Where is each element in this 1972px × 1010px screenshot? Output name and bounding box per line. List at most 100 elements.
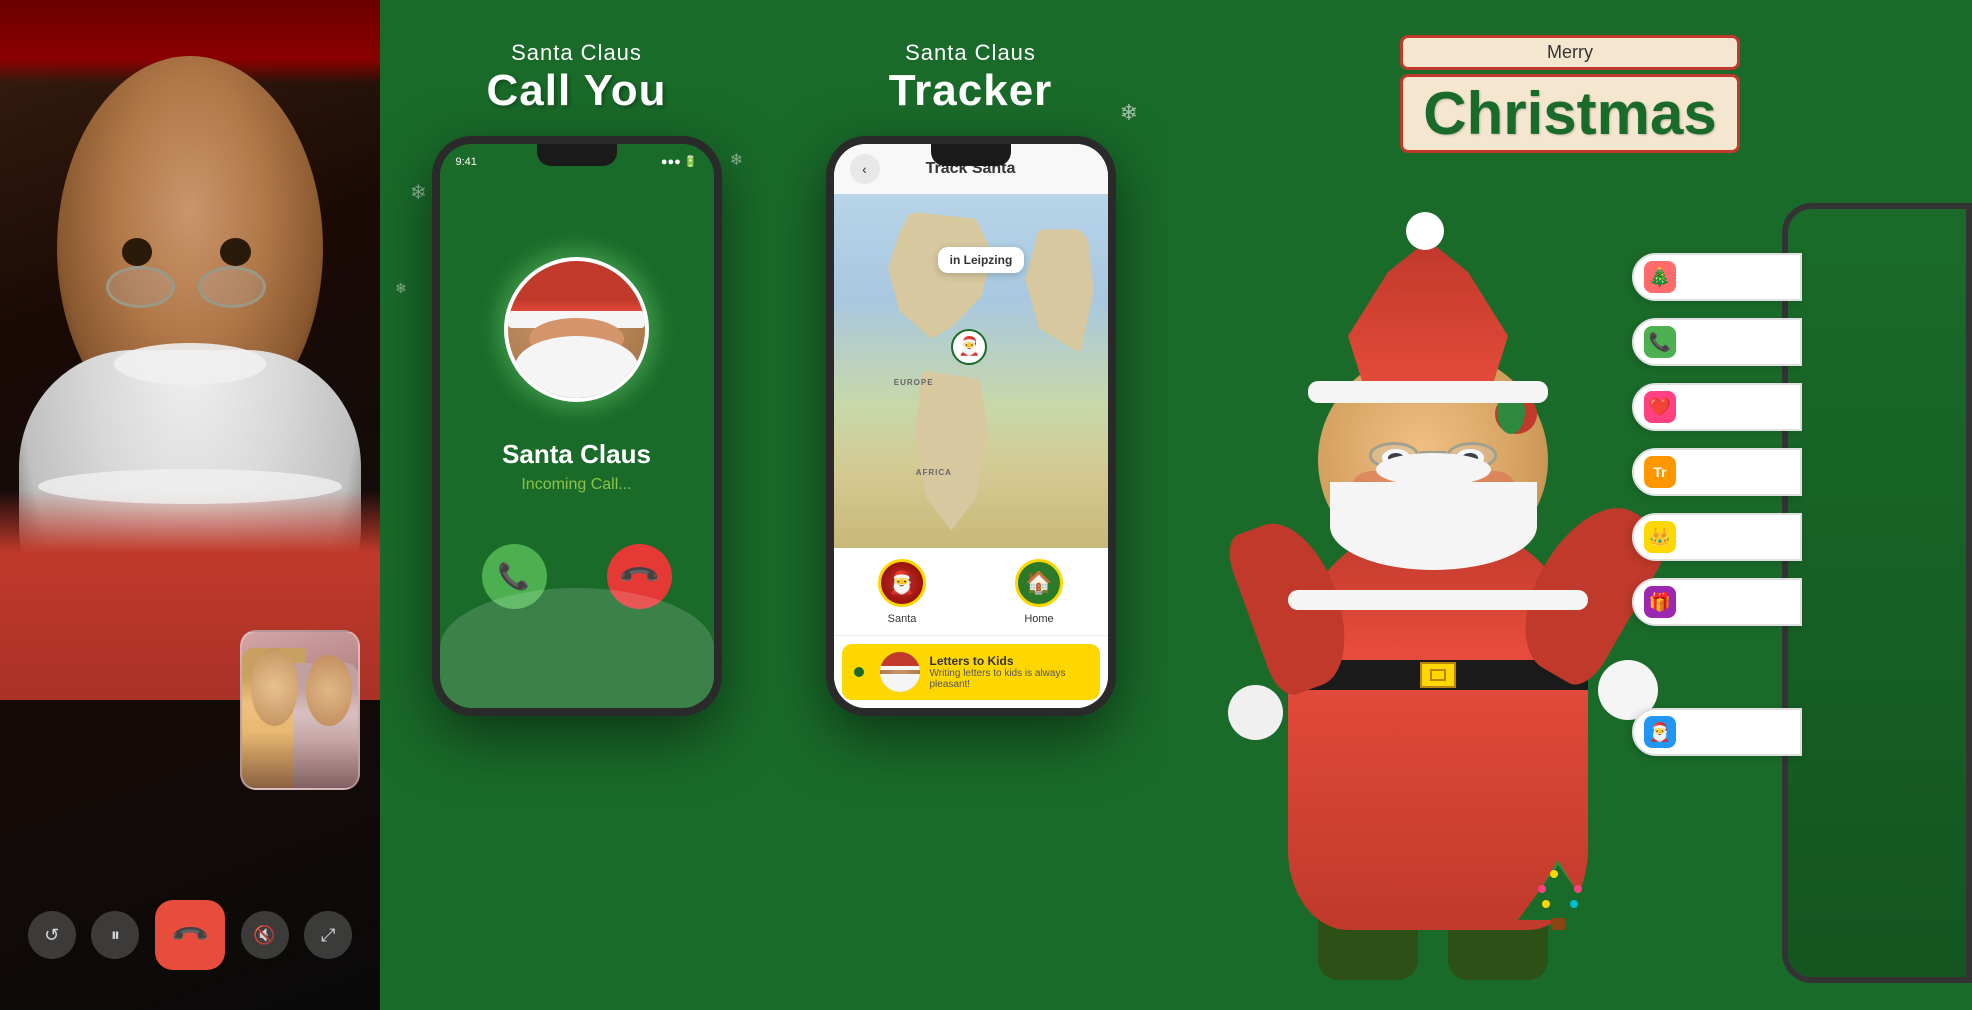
call-controls: ↺ ⏸ 📞 🔇 ⤢ bbox=[0, 900, 380, 970]
letters-card[interactable]: Letters to Kids Writing letters to kids … bbox=[842, 644, 1100, 700]
panel2-header: Santa Claus Call You bbox=[487, 40, 667, 116]
letters-dot bbox=[854, 667, 864, 677]
feature-btn-7[interactable]: 🎅 bbox=[1632, 708, 1802, 756]
christmas-tree bbox=[1518, 830, 1598, 930]
eye-left bbox=[122, 238, 152, 266]
map-label-africa: AFRICA bbox=[916, 468, 952, 477]
face-2 bbox=[306, 655, 352, 725]
snowflake-1: ❄ bbox=[410, 180, 427, 205]
pin-icon: 🎅 bbox=[951, 329, 987, 365]
map-asia-snippet bbox=[1025, 229, 1094, 353]
big-santa-illustration bbox=[1208, 260, 1688, 1010]
santa-location-pin: 🎅 bbox=[951, 329, 987, 365]
back-button[interactable]: ‹ bbox=[850, 154, 880, 184]
tracker-tabs: 🎅 Santa 🏠 Home bbox=[834, 548, 1108, 636]
panel-call-you: ❄ ❄ ❄ Santa Claus Call You 9:41 ●●● 🔋 bbox=[380, 0, 773, 1010]
hat-ball bbox=[1406, 212, 1444, 250]
santa-mustache bbox=[114, 343, 266, 385]
panel4-main: 🎄 📞 ❤️ Tr 👑 🎁 bbox=[1168, 153, 1972, 1010]
santa-tab-icon: 🎅 bbox=[878, 559, 926, 607]
feature-icon-6: 🎁 bbox=[1644, 586, 1676, 618]
santa-collar bbox=[38, 469, 342, 504]
home-tab-icon: 🏠 bbox=[1015, 559, 1063, 607]
incoming-call-text: Incoming Call... bbox=[521, 476, 631, 494]
phone-screen-3: ‹ Track Santa EUROPE AFRICA in Leipzing bbox=[834, 144, 1108, 708]
panel2-subtitle: Santa Claus bbox=[487, 40, 667, 66]
feature-btn-4[interactable]: Tr bbox=[1632, 448, 1802, 496]
panel-merry-christmas: Merry Christmas bbox=[1168, 0, 1972, 1010]
phone-mockup-2: 9:41 ●●● 🔋 Santa Claus Incoming Call... … bbox=[432, 136, 722, 716]
feature-icon-1: 🎄 bbox=[1644, 261, 1676, 293]
location-text: in Leipzing bbox=[950, 253, 1013, 267]
panel4-banner-text: Merry bbox=[1547, 42, 1593, 62]
phone-strip-screen bbox=[1788, 209, 1966, 977]
tree-middle bbox=[1518, 865, 1598, 920]
panel3-title: Tracker bbox=[889, 66, 1053, 116]
avatar-beard bbox=[515, 336, 638, 398]
letters-info: Letters to Kids Writing letters to kids … bbox=[930, 654, 1088, 690]
phone-notch-3 bbox=[931, 144, 1011, 166]
caller-name: Santa Claus bbox=[502, 439, 651, 470]
feature-icon-5: 👑 bbox=[1644, 521, 1676, 553]
santa-tab[interactable]: 🎅 Santa bbox=[834, 548, 971, 635]
panel4-title: Christmas bbox=[1400, 74, 1739, 153]
panel4-header: Merry Christmas bbox=[1400, 35, 1739, 153]
snowflake-p3: ❄ bbox=[1120, 100, 1138, 126]
snowflake-2: ❄ bbox=[395, 280, 407, 297]
eye-right bbox=[220, 238, 250, 266]
panel2-title: Call You bbox=[487, 66, 667, 116]
ornament-3 bbox=[1574, 885, 1582, 893]
letters-avatar-beard bbox=[880, 674, 920, 692]
home-tab[interactable]: 🏠 Home bbox=[971, 548, 1108, 635]
phone-strip bbox=[1782, 203, 1972, 983]
ornament-4 bbox=[1542, 900, 1550, 908]
feature-btn-5[interactable]: 👑 bbox=[1632, 513, 1802, 561]
feature-btn-6[interactable]: 🎁 bbox=[1632, 578, 1802, 626]
side-feature-panel: 🎄 📞 ❤️ Tr 👑 🎁 bbox=[1712, 153, 1972, 1010]
face-1 bbox=[251, 648, 297, 726]
time: 9:41 bbox=[456, 156, 477, 168]
tracker-bottom-panel: 🎅 Santa 🏠 Home L bbox=[834, 548, 1108, 708]
glove-left bbox=[1228, 685, 1283, 740]
avatar-hat bbox=[508, 261, 645, 316]
mute-btn[interactable]: 🔇 bbox=[241, 911, 289, 959]
glasses-left bbox=[106, 266, 174, 308]
letters-avatar bbox=[880, 652, 920, 692]
belt-buckle bbox=[1420, 662, 1456, 688]
panel-video-call: ↺ ⏸ 📞 🔇 ⤢ bbox=[0, 0, 380, 1010]
panel-tracker: ❄ Santa Claus Tracker ‹ Track Santa bbox=[773, 0, 1168, 1010]
head-beard bbox=[1330, 482, 1537, 570]
expand-btn[interactable]: ⤢ bbox=[304, 911, 352, 959]
feature-icon-3: ❤️ bbox=[1644, 391, 1676, 423]
map-africa-continent bbox=[910, 371, 992, 530]
letters-avatar-brim bbox=[880, 666, 920, 670]
pause-btn[interactable]: ⏸ bbox=[91, 911, 139, 959]
pip-video bbox=[240, 630, 360, 790]
feature-icon-2: 📞 bbox=[1644, 326, 1676, 358]
santa-tab-label: Santa bbox=[888, 613, 917, 625]
glasses-right bbox=[198, 266, 266, 308]
feature-btn-3[interactable]: ❤️ bbox=[1632, 383, 1802, 431]
ornament-2 bbox=[1538, 885, 1546, 893]
santa-avatar bbox=[504, 257, 649, 402]
letters-title: Letters to Kids bbox=[930, 654, 1088, 668]
body-trim-top bbox=[1288, 590, 1588, 610]
feature-icon-7: 🎅 bbox=[1644, 716, 1676, 748]
panel4-banner: Merry bbox=[1400, 35, 1739, 70]
santa-avatar-ring bbox=[487, 239, 667, 419]
panel3-subtitle: Santa Claus bbox=[889, 40, 1053, 66]
snowflake-3: ❄ bbox=[730, 150, 743, 170]
feature-icon-4: Tr bbox=[1644, 456, 1676, 488]
end-call-button[interactable]: 📞 bbox=[155, 900, 225, 970]
panel3-header: Santa Claus Tracker bbox=[889, 40, 1053, 116]
tree-trunk bbox=[1551, 918, 1565, 930]
feature-btn-2[interactable]: 📞 bbox=[1632, 318, 1802, 366]
map-label-europe: EUROPE bbox=[894, 378, 934, 387]
belt-buckle-inner bbox=[1430, 669, 1446, 681]
rotate-btn[interactable]: ↺ bbox=[28, 911, 76, 959]
letters-desc: Writing letters to kids is always pleasa… bbox=[930, 668, 1088, 690]
hat-brim bbox=[1308, 381, 1548, 403]
feature-btn-1[interactable]: 🎄 bbox=[1632, 253, 1802, 301]
home-tab-label: Home bbox=[1024, 613, 1053, 625]
map-area: EUROPE AFRICA in Leipzing 🎅 bbox=[834, 194, 1108, 548]
